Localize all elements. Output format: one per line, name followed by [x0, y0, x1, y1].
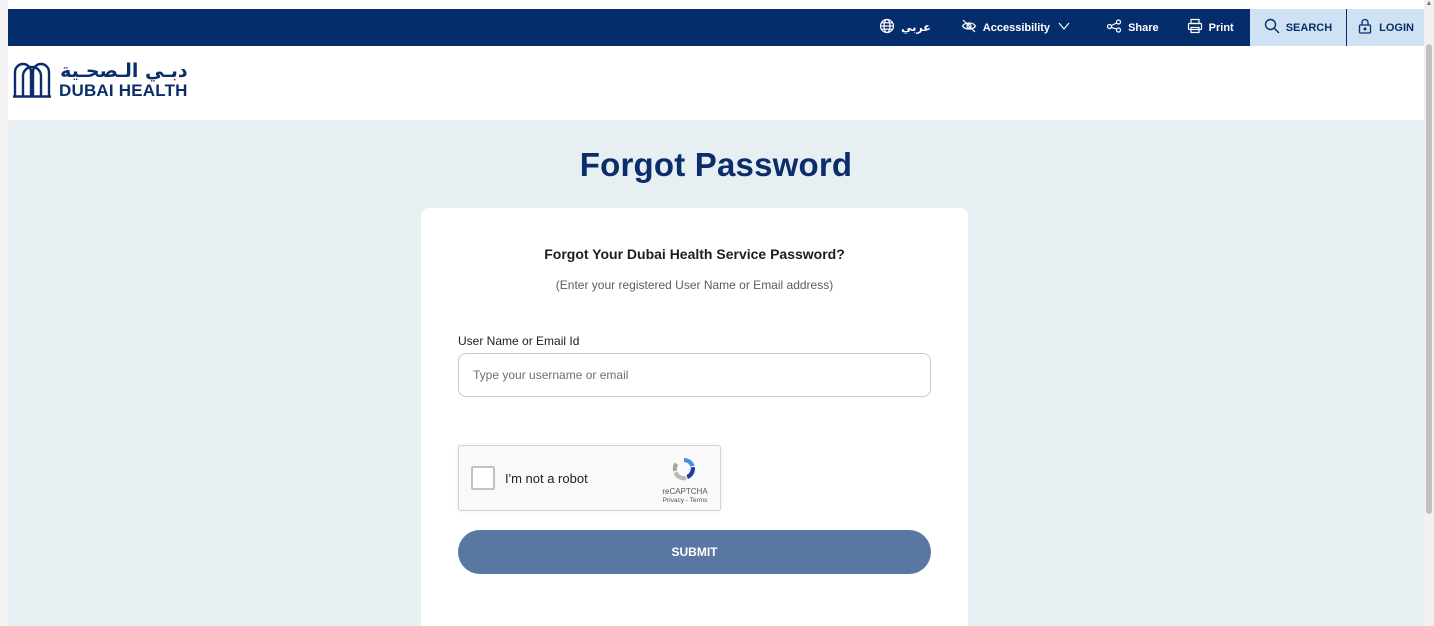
card-heading: Forgot Your Dubai Health Service Passwor…: [544, 246, 845, 262]
accessibility-label: Accessibility: [982, 21, 1051, 34]
print-label: Print: [1208, 21, 1234, 34]
username-email-input[interactable]: [458, 353, 931, 397]
printer-icon: [1187, 18, 1203, 37]
logo-english-text: DUBAI HEALTH: [59, 80, 188, 100]
language-toggle[interactable]: عربي: [867, 9, 943, 46]
recaptcha-brand: reCAPTCHA: [662, 487, 708, 496]
logo-text: دبـي الـصحـية DUBAI HEALTH: [59, 59, 188, 100]
vertical-scrollbar[interactable]: ▲: [1424, 0, 1434, 626]
site-header: دبـي الـصحـية DUBAI HEALTH: [8, 46, 1424, 120]
recaptcha-privacy-terms-link[interactable]: Privacy - Terms: [657, 497, 713, 504]
login-button[interactable]: LOGIN: [1347, 9, 1424, 46]
eye-off-icon: [961, 18, 977, 37]
share-icon: [1106, 18, 1122, 37]
accessibility-menu[interactable]: Accessibility: [949, 9, 1084, 46]
top-utility-bar: عربي Accessibility Share Print SEARCH LO…: [8, 9, 1424, 46]
share-label: Share: [1128, 21, 1159, 34]
recaptcha-label: I'm not a robot: [505, 471, 588, 486]
recaptcha-logo-icon: [670, 455, 698, 483]
search-button[interactable]: SEARCH: [1249, 9, 1347, 46]
card-subheading: (Enter your registered User Name or Emai…: [555, 278, 834, 292]
chevron-down-icon: [1056, 18, 1072, 37]
globe-icon: [879, 18, 895, 37]
search-icon: [1264, 18, 1280, 37]
logo-arches-icon: [11, 58, 53, 103]
lock-icon: [1357, 18, 1373, 37]
scrollbar-thumb[interactable]: [1426, 44, 1432, 514]
username-field-label: User Name or Email Id: [458, 334, 580, 348]
recaptcha-checkbox[interactable]: [471, 466, 495, 490]
page-gutter: [0, 0, 8, 626]
share-button[interactable]: Share: [1094, 9, 1171, 46]
recaptcha-widget: I'm not a robot reCAPTCHA Privacy - Term…: [458, 445, 721, 511]
language-label: عربي: [901, 22, 931, 34]
login-label: LOGIN: [1379, 21, 1414, 34]
page-title: Forgot Password: [579, 146, 853, 183]
main-content: Forgot Password Forgot Your Dubai Health…: [8, 120, 1424, 626]
scroll-up-arrow-icon[interactable]: ▲: [1425, 0, 1433, 8]
submit-button[interactable]: SUBMIT: [458, 530, 931, 574]
forgot-password-card: Forgot Your Dubai Health Service Passwor…: [421, 208, 968, 626]
dubai-health-logo[interactable]: دبـي الـصحـية DUBAI HEALTH: [11, 58, 188, 103]
search-label: SEARCH: [1285, 21, 1333, 34]
logo-arabic-text: دبـي الـصحـية: [60, 59, 188, 82]
print-button[interactable]: Print: [1175, 9, 1246, 46]
